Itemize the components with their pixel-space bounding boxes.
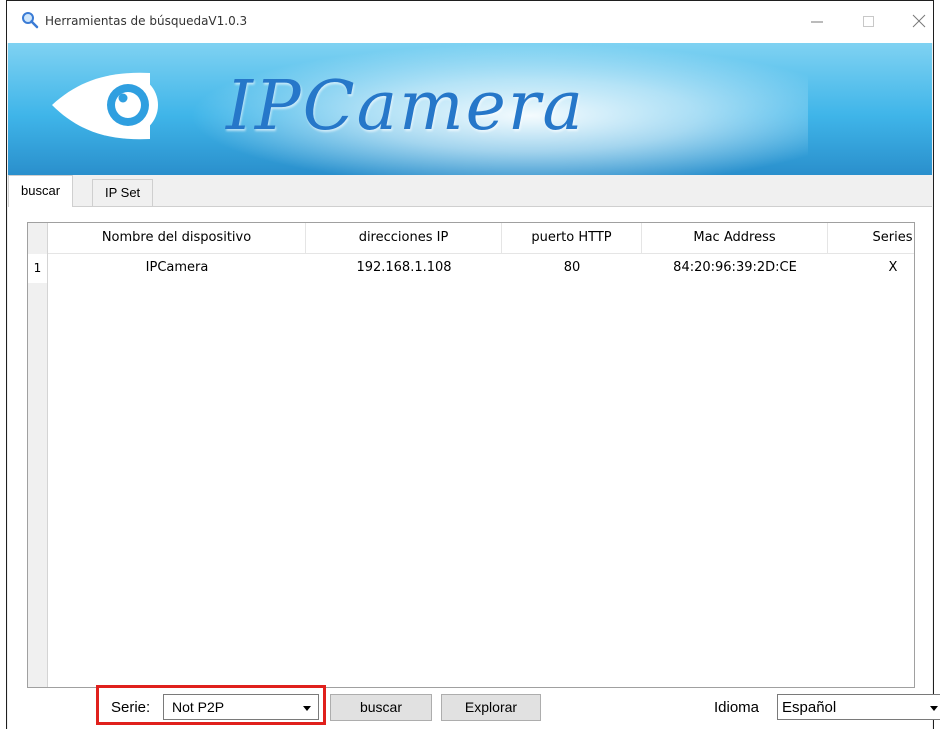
minimize-icon[interactable] bbox=[802, 9, 832, 33]
table-header: Nombre del dispositivo direcciones IP pu… bbox=[48, 223, 914, 254]
serie-dropdown[interactable]: Not P2P bbox=[163, 694, 319, 720]
column-header-device-name[interactable]: Nombre del dispositivo bbox=[48, 223, 306, 254]
banner-logo-text: IPCamera bbox=[226, 67, 585, 146]
title-bar: Herramientas de búsquedaV1.0.3 bbox=[7, 1, 933, 43]
tab-strip: buscar IP Set bbox=[8, 175, 932, 207]
table-row[interactable]: 1 IPCamera 192.168.1.108 80 84:20:96:39:… bbox=[28, 254, 914, 283]
chevron-down-icon bbox=[930, 706, 938, 711]
close-icon[interactable] bbox=[904, 9, 934, 33]
tab-buscar[interactable]: buscar bbox=[8, 175, 74, 207]
cell-mac: 84:20:96:39:2D:CE bbox=[673, 260, 797, 275]
search-panel: Nombre del dispositivo direcciones IP pu… bbox=[8, 206, 940, 729]
cell-series: X bbox=[888, 260, 898, 275]
buscar-button[interactable]: buscar bbox=[330, 694, 432, 721]
idioma-label: Idioma bbox=[714, 699, 760, 716]
app-window: Herramientas de búsquedaV1.0.3 IPCamera … bbox=[6, 0, 940, 729]
idioma-dropdown[interactable]: Español bbox=[777, 694, 940, 720]
magnifier-icon bbox=[22, 12, 39, 29]
column-header-series[interactable]: Series bbox=[828, 223, 914, 254]
column-header-ip[interactable]: direcciones IP bbox=[306, 223, 502, 254]
tab-ip-set[interactable]: IP Set bbox=[92, 179, 154, 206]
row-header-gutter bbox=[28, 223, 48, 687]
serie-label: Serie: bbox=[111, 699, 151, 716]
ipcamera-banner: IPCamera bbox=[8, 43, 932, 175]
row-index: 1 bbox=[28, 254, 48, 283]
serie-selected-value: Not P2P bbox=[172, 699, 225, 715]
maximize-icon[interactable] bbox=[854, 9, 884, 33]
window-title: Herramientas de búsquedaV1.0.3 bbox=[45, 14, 248, 28]
idioma-selected-value: Español bbox=[782, 699, 837, 716]
chevron-down-icon bbox=[303, 706, 311, 711]
cell-ip: 192.168.1.108 bbox=[356, 260, 452, 275]
column-header-mac[interactable]: Mac Address bbox=[642, 223, 828, 254]
explorar-button[interactable]: Explorar bbox=[441, 694, 541, 721]
device-table[interactable]: Nombre del dispositivo direcciones IP pu… bbox=[27, 222, 915, 688]
cell-device-name: IPCamera bbox=[145, 260, 209, 275]
column-header-http-port[interactable]: puerto HTTP bbox=[502, 223, 642, 254]
cell-http-port: 80 bbox=[563, 260, 581, 275]
